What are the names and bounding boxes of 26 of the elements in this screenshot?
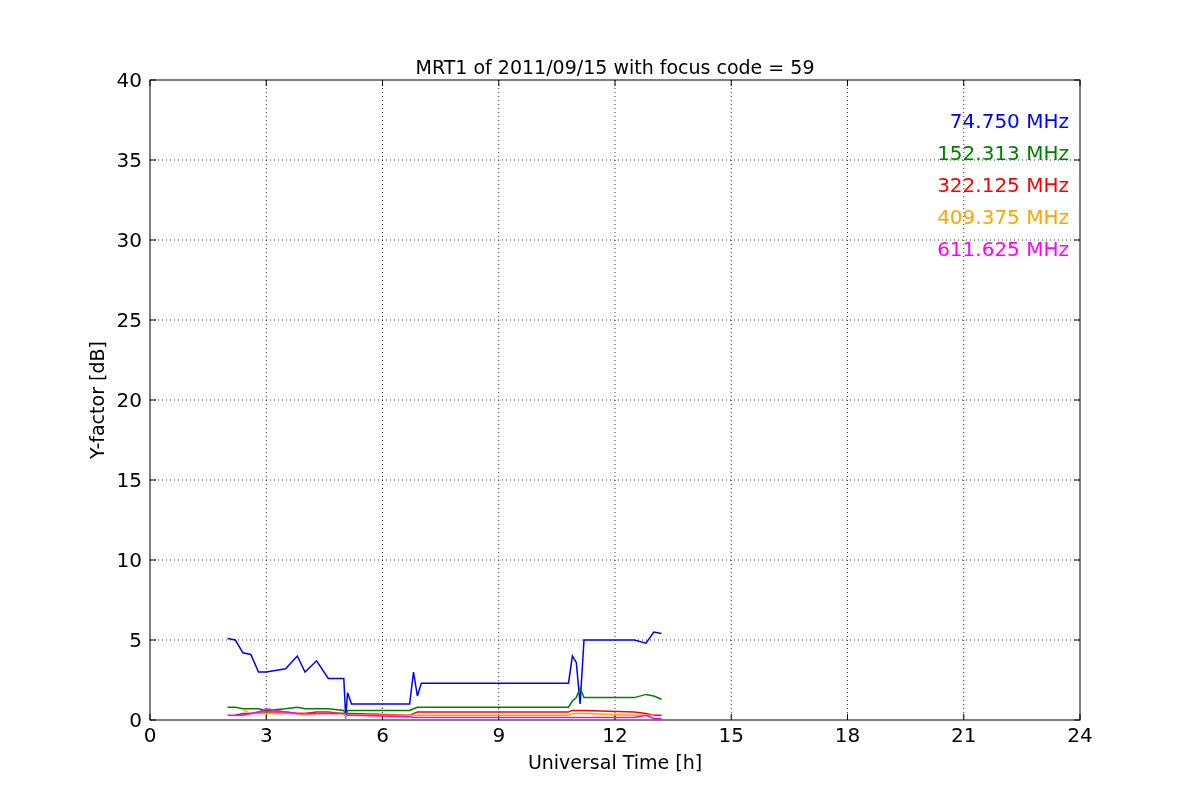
y-tick-label: 5	[129, 628, 142, 652]
y-tick-label: 30	[116, 228, 142, 252]
y-tick-label: 20	[116, 388, 142, 412]
y-axis-label: Y-factor [dB]	[86, 341, 108, 459]
x-tick-label: 24	[1067, 723, 1093, 747]
x-tick-label: 15	[718, 723, 744, 747]
legend-label: 322.125 MHz	[937, 173, 1069, 197]
x-tick-label: 12	[602, 723, 628, 747]
x-tick-label: 6	[376, 723, 389, 747]
x-axis-label: Universal Time [h]	[527, 751, 703, 773]
legend-label: 74.750 MHz	[949, 109, 1069, 133]
legend-label: 152.313 MHz	[937, 141, 1069, 165]
x-tick-label: 21	[951, 723, 977, 747]
x-tick-label: 9	[492, 723, 506, 747]
y-tick-label: 15	[116, 468, 142, 492]
chart-title: MRT1 of 2011/09/15 with focus code = 59	[415, 56, 815, 78]
legend-label: 611.625 MHz	[937, 237, 1069, 261]
x-tick-label: 3	[259, 723, 273, 747]
x-tick-label: 0	[143, 723, 157, 747]
legend-label: 409.375 MHz	[937, 205, 1069, 229]
y-tick-label: 40	[116, 68, 142, 92]
y-tick-label: 25	[116, 308, 142, 332]
y-tick-label: 0	[129, 708, 142, 732]
x-tick-label: 18	[834, 723, 861, 747]
y-tick-label: 10	[116, 548, 142, 572]
y-tick-label: 35	[116, 148, 142, 172]
